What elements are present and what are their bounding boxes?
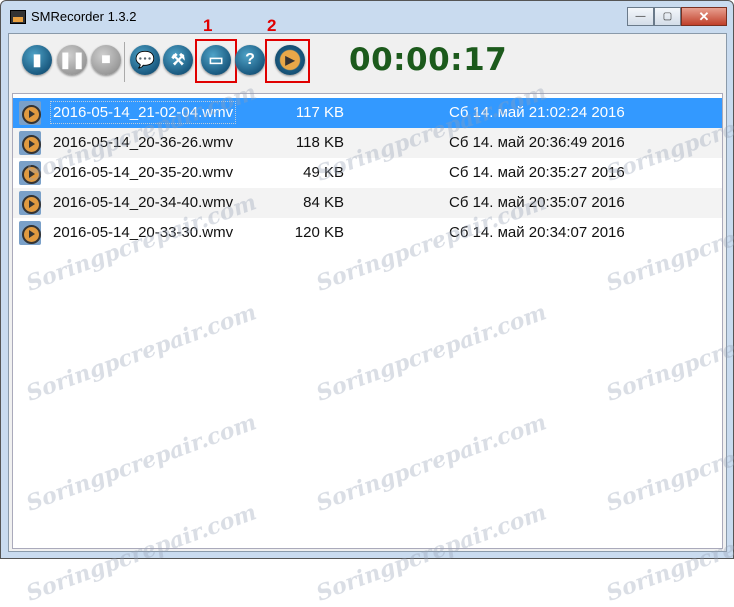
folder-icon: ▭ (208, 52, 224, 69)
file-size: 84 KB (303, 194, 344, 211)
file-row[interactable]: 2016-05-14_20-33-30.wmv 120 KB Сб 14. ма… (13, 218, 722, 248)
file-name: 2016-05-14_20-36-26.wmv (53, 134, 234, 151)
pause-icon: ❚❚ (58, 52, 86, 69)
play-button[interactable]: ▶ (275, 45, 305, 75)
video-file-icon (19, 101, 41, 125)
file-date: Сб 14. май 20:34:07 2016 (449, 224, 625, 241)
video-file-icon (19, 221, 41, 245)
document-icon: ▮ (32, 52, 42, 69)
video-file-icon (19, 161, 41, 185)
play-icon: ▶ (285, 53, 295, 67)
new-recording-button[interactable]: ▮ (22, 45, 52, 75)
recording-timer: 00:00:17 (349, 42, 508, 78)
maximize-button[interactable]: ▢ (654, 7, 681, 26)
annotation-label-2: 2 (267, 16, 277, 35)
speech-bubble-icon: 💬 (135, 52, 155, 69)
file-date: Сб 14. май 20:35:27 2016 (449, 164, 625, 181)
file-size: 120 KB (294, 224, 344, 241)
file-row[interactable]: 2016-05-14_20-34-40.wmv 84 KB Сб 14. май… (13, 188, 722, 218)
annotation-label-1: 1 (203, 16, 213, 35)
tools-icon: ⚒ (170, 52, 186, 69)
toolbar: 1 2 00:00:17 ▮ ❚❚ ■ 💬 ⚒ ▭? ▶ (9, 16, 726, 90)
open-folder-button[interactable]: ▭ (201, 45, 231, 75)
file-size: 118 KB (295, 134, 344, 151)
app-icon (10, 10, 26, 24)
help-icon: ? (245, 51, 255, 68)
file-name: 2016-05-14_20-34-40.wmv (53, 194, 234, 211)
title-bar: SMRecorder 1.3.2 — ▢ ✕ (1, 1, 733, 33)
close-button[interactable]: ✕ (681, 7, 727, 26)
settings-button[interactable]: ⚒ (163, 45, 193, 75)
file-row[interactable]: 2016-05-14_20-35-20.wmv 49 KB Сб 14. май… (13, 158, 722, 188)
file-date: Сб 14. май 21:02:24 2016 (449, 104, 625, 121)
video-file-icon (19, 131, 41, 155)
file-date: Сб 14. май 20:36:49 2016 (449, 134, 625, 151)
file-name: 2016-05-14_20-33-30.wmv (53, 224, 234, 241)
window-title: SMRecorder 1.3.2 (31, 9, 137, 24)
file-list[interactable]: 2016-05-14_21-02-04.wmv 117 KB Сб 14. ма… (12, 93, 723, 549)
stop-icon: ■ (101, 51, 111, 68)
toolbar-separator (124, 42, 125, 82)
file-date: Сб 14. май 20:35:07 2016 (449, 194, 625, 211)
pause-button[interactable]: ❚❚ (57, 45, 87, 75)
stop-button[interactable]: ■ (91, 45, 121, 75)
app-window: SMRecorder 1.3.2 — ▢ ✕ 1 2 00:00:17 ▮ ❚❚ ■… (0, 0, 734, 559)
file-name: 2016-05-14_20-35-20.wmv (53, 164, 234, 181)
comment-button[interactable]: 💬 (130, 45, 160, 75)
minimize-button[interactable]: — (627, 7, 654, 26)
client-area: 1 2 00:00:17 ▮ ❚❚ ■ 💬 ⚒ ▭? ▶ 2016-05-14_21-02-… (8, 16, 727, 552)
video-file-icon (19, 191, 41, 215)
help-button[interactable]: ? (235, 45, 265, 75)
file-row[interactable]: 2016-05-14_21-02-04.wmv 117 KB Сб 14. ма… (13, 98, 722, 128)
file-size: 49 KB (303, 164, 344, 181)
file-row[interactable]: 2016-05-14_20-36-26.wmv 118 KB Сб 14. ма… (13, 128, 722, 158)
file-name: 2016-05-14_21-02-04.wmv (49, 101, 237, 124)
file-size: 117 KB (295, 104, 344, 121)
